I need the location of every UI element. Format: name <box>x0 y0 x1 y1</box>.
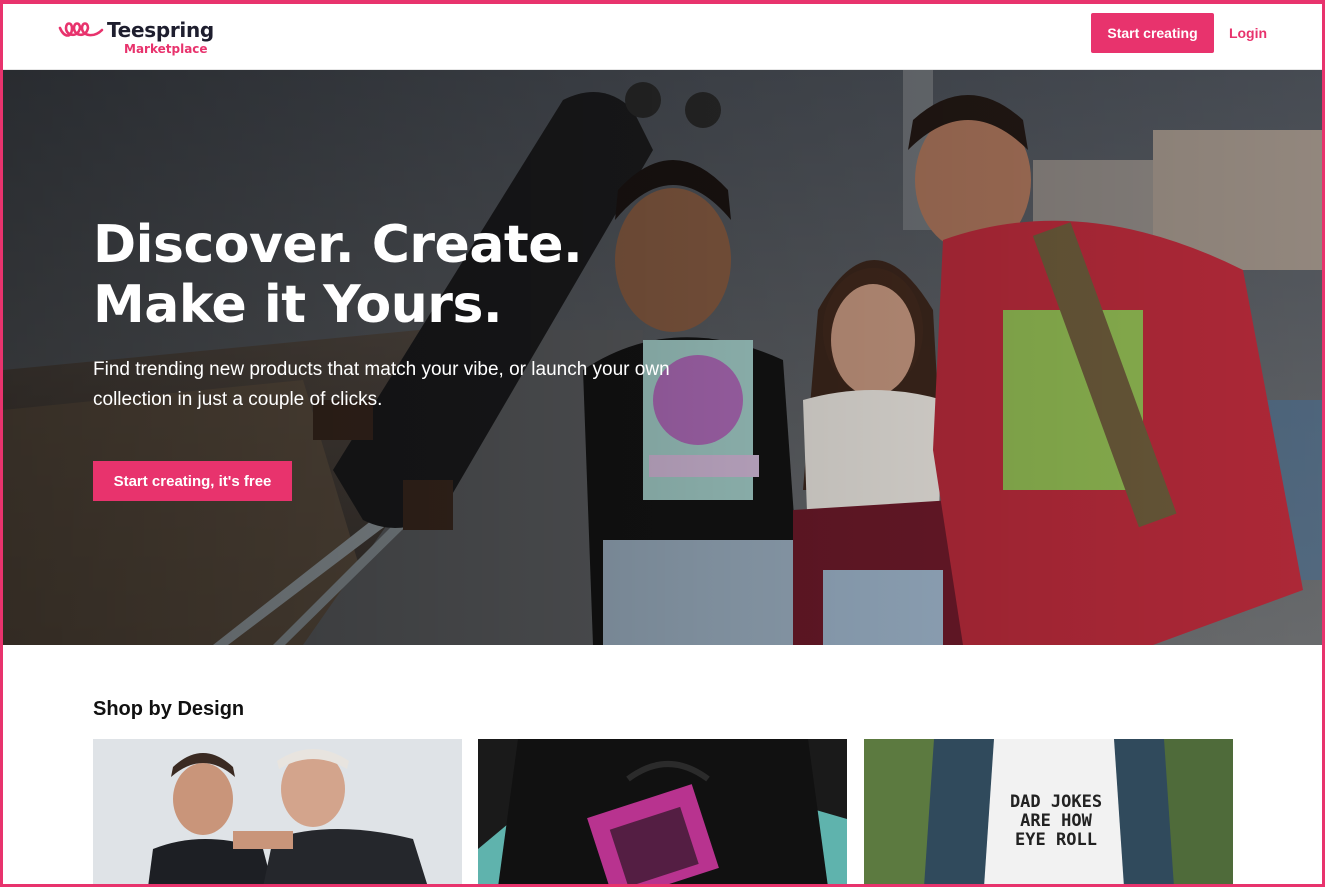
hero-headline-line1: Discover. Create. <box>93 215 583 275</box>
logo-wordmark: Teespring <box>107 18 214 42</box>
dad-jokes-shirt-image: DAD JOKES ARE HOW EYE ROLL <box>864 739 1233 887</box>
teespring-logo[interactable]: Teespring Marketplace <box>58 18 218 60</box>
two-men-watches-image <box>93 739 462 887</box>
site-header: Teespring Marketplace Start creating Log… <box>0 0 1325 70</box>
shirt-line-1: DAD JOKES <box>1010 792 1102 812</box>
design-card-2[interactable] <box>478 739 847 887</box>
hero-banner: Discover. Create. Make it Yours. Find tr… <box>3 70 1322 645</box>
hero-headline: Discover. Create. Make it Yours. <box>93 215 583 335</box>
start-creating-button[interactable]: Start creating <box>1091 13 1214 53</box>
shirt-line-3: EYE ROLL <box>1015 830 1097 850</box>
hero-headline-line2: Make it Yours. <box>93 275 503 335</box>
dad-jokes-print: DAD JOKES ARE HOW EYE ROLL <box>1010 792 1102 850</box>
black-hoodie-image <box>478 739 847 887</box>
login-link[interactable]: Login <box>1222 13 1274 53</box>
logo-subtitle: Marketplace <box>124 42 208 56</box>
shirt-line-2: ARE HOW <box>1020 811 1092 831</box>
shop-by-design-heading: Shop by Design <box>93 698 245 720</box>
logo-mark-icon <box>58 22 104 37</box>
design-card-1[interactable] <box>93 739 462 887</box>
start-creating-free-button[interactable]: Start creating, it's free <box>93 461 292 501</box>
design-card-3[interactable]: DAD JOKES ARE HOW EYE ROLL <box>864 739 1233 887</box>
hero-subtitle: Find trending new products that match yo… <box>93 359 670 410</box>
